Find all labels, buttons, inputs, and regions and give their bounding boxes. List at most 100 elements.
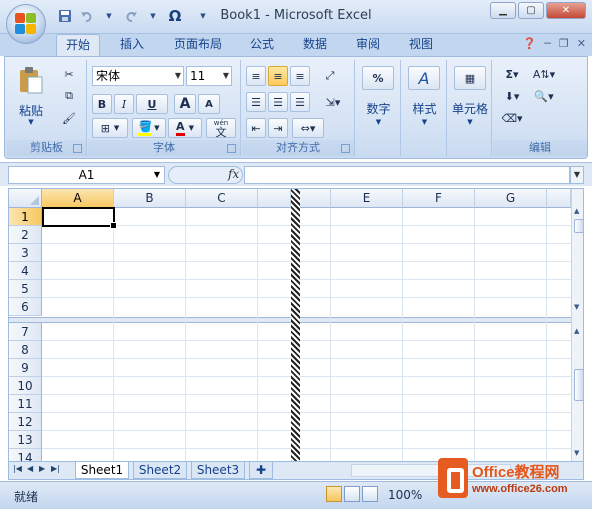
bottom-vertical-scrollbar[interactable]: ▲ ▼ [571,317,583,461]
row-header-13[interactable]: 13 [9,431,42,449]
vertical-split-bar[interactable] [291,189,300,461]
autosum-button[interactable]: Σ ▾ [497,64,527,84]
expand-formula-icon[interactable]: ▼ [570,166,584,184]
row-header-7[interactable]: 7 [9,323,42,341]
find-select-icon[interactable]: 🔍▾ [529,86,559,106]
column-header-partial-right[interactable] [300,189,331,208]
column-header-partial[interactable] [258,189,291,208]
scroll-up-icon[interactable]: ▲ [574,207,579,215]
horizontal-split-bar[interactable] [9,317,571,323]
sheet-tab-sheet3[interactable]: Sheet3 [191,462,245,479]
scroll-up-icon[interactable]: ▲ [574,327,579,335]
normal-view-icon[interactable] [326,486,342,502]
font-size-combo[interactable]: 11 ▼ [186,66,232,86]
cells-label[interactable]: 单元格 [444,100,496,117]
styles-label[interactable]: 样式 [402,100,447,117]
wrap-text-icon[interactable]: ⇲▾ [318,92,348,112]
first-sheet-icon[interactable]: |◀ [13,464,22,473]
column-header-a[interactable]: A [42,189,114,208]
page-layout-view-icon[interactable] [344,486,360,502]
clipboard-launcher-icon[interactable] [73,144,82,153]
row-header-8[interactable]: 8 [9,341,42,359]
tab-review[interactable]: 审阅 [346,34,390,56]
restore-icon[interactable]: ▢ [518,2,544,19]
italic-button[interactable]: I [114,94,134,114]
row-header-5[interactable]: 5 [9,280,42,298]
prev-sheet-icon[interactable]: ◀ [27,464,33,473]
align-right-icon[interactable]: ☰ [290,92,310,112]
minimize-icon[interactable]: ▁ [490,2,516,19]
align-top-icon[interactable]: ≡ [246,66,266,86]
formula-input[interactable] [244,166,570,184]
row-header-6[interactable]: 6 [9,298,42,316]
sheet-tab-sheet2[interactable]: Sheet2 [133,462,187,479]
font-name-combo[interactable]: 宋体 ▼ [92,66,184,86]
office-button[interactable] [6,4,46,44]
cells-dropdown-icon[interactable]: ▼ [448,118,492,126]
bold-button[interactable]: B [92,94,112,114]
number-dropdown-icon[interactable]: ▼ [356,118,401,126]
page-break-view-icon[interactable] [362,486,378,502]
cut-icon[interactable]: ✂ [59,64,79,84]
row-header-4[interactable]: 4 [9,262,42,280]
number-format-icon[interactable]: % [362,66,394,90]
worksheet-grid[interactable]: A B C E F G 1 2 3 4 5 6 7 8 9 10 11 12 1… [8,188,584,462]
workbook-restore-icon[interactable]: ❐ [559,37,569,50]
next-sheet-icon[interactable]: ▶ [39,464,45,473]
row-header-11[interactable]: 11 [9,395,42,413]
align-bottom-icon[interactable]: ≡ [290,66,310,86]
column-header-e[interactable]: E [331,189,403,208]
tab-formulas[interactable]: 公式 [240,34,284,56]
shrink-font-button[interactable]: A [198,94,220,114]
column-header-b[interactable]: B [114,189,186,208]
column-header-f[interactable]: F [403,189,475,208]
format-painter-icon[interactable]: 🖌 [59,108,79,128]
decrease-indent-icon[interactable]: ⇤ [246,118,266,138]
merge-center-icon[interactable]: ⇔▾ [292,118,324,138]
row-header-3[interactable]: 3 [9,244,42,262]
close-icon[interactable]: ✕ [546,2,586,19]
row-header-9[interactable]: 9 [9,359,42,377]
column-header-partial-end[interactable] [547,189,571,208]
top-vertical-scrollbar[interactable]: ▲ ▼ [571,189,583,317]
borders-button[interactable]: ⊞ ▼ [92,118,128,138]
tab-view[interactable]: 视图 [399,34,443,56]
tab-page-layout[interactable]: 页面布局 [166,34,230,56]
font-launcher-icon[interactable] [227,144,236,153]
underline-button[interactable]: U [136,94,168,114]
select-all-corner[interactable] [9,189,42,208]
orientation-icon[interactable]: ⤢ [318,66,342,86]
row-header-12[interactable]: 12 [9,413,42,431]
paste-icon[interactable] [13,64,49,98]
sort-filter-icon[interactable]: A⇅▾ [529,64,559,84]
row-header-14[interactable]: 14 [9,449,42,461]
styles-icon[interactable]: A [408,66,440,90]
fill-icon[interactable]: ⬇▾ [497,86,527,106]
align-middle-icon[interactable]: ≡ [268,66,288,86]
tab-home[interactable]: 开始 [56,34,100,56]
scroll-thumb[interactable] [574,219,583,233]
active-cell-a1[interactable] [42,207,117,229]
zoom-level[interactable]: 100% [388,488,422,502]
last-sheet-icon[interactable]: ▶| [51,464,60,473]
name-box[interactable]: A1 ▼ [8,166,165,184]
workbook-minimize-icon[interactable]: ─ [544,37,551,50]
scroll-thumb[interactable] [574,369,583,401]
column-header-g[interactable]: G [475,189,547,208]
cells-icon[interactable]: ▦ [454,66,486,90]
fill-color-button[interactable]: 🪣 ▼ [132,118,166,138]
column-header-c[interactable]: C [186,189,258,208]
styles-dropdown-icon[interactable]: ▼ [402,118,447,126]
row-header-1[interactable]: 1 [9,208,42,226]
grow-font-button[interactable]: A [174,94,196,114]
tab-insert[interactable]: 插入 [110,34,154,56]
align-center-icon[interactable]: ☰ [268,92,288,112]
number-label[interactable]: 数字 [356,100,401,117]
insert-sheet-icon[interactable]: ✚ [249,462,273,479]
row-header-2[interactable]: 2 [9,226,42,244]
paste-dropdown-icon[interactable]: ▼ [13,118,49,126]
insert-function-icon[interactable]: fx [228,167,239,181]
alignment-launcher-icon[interactable] [341,144,350,153]
workbook-close-icon[interactable]: ✕ [577,37,586,50]
tab-data[interactable]: 数据 [293,34,337,56]
